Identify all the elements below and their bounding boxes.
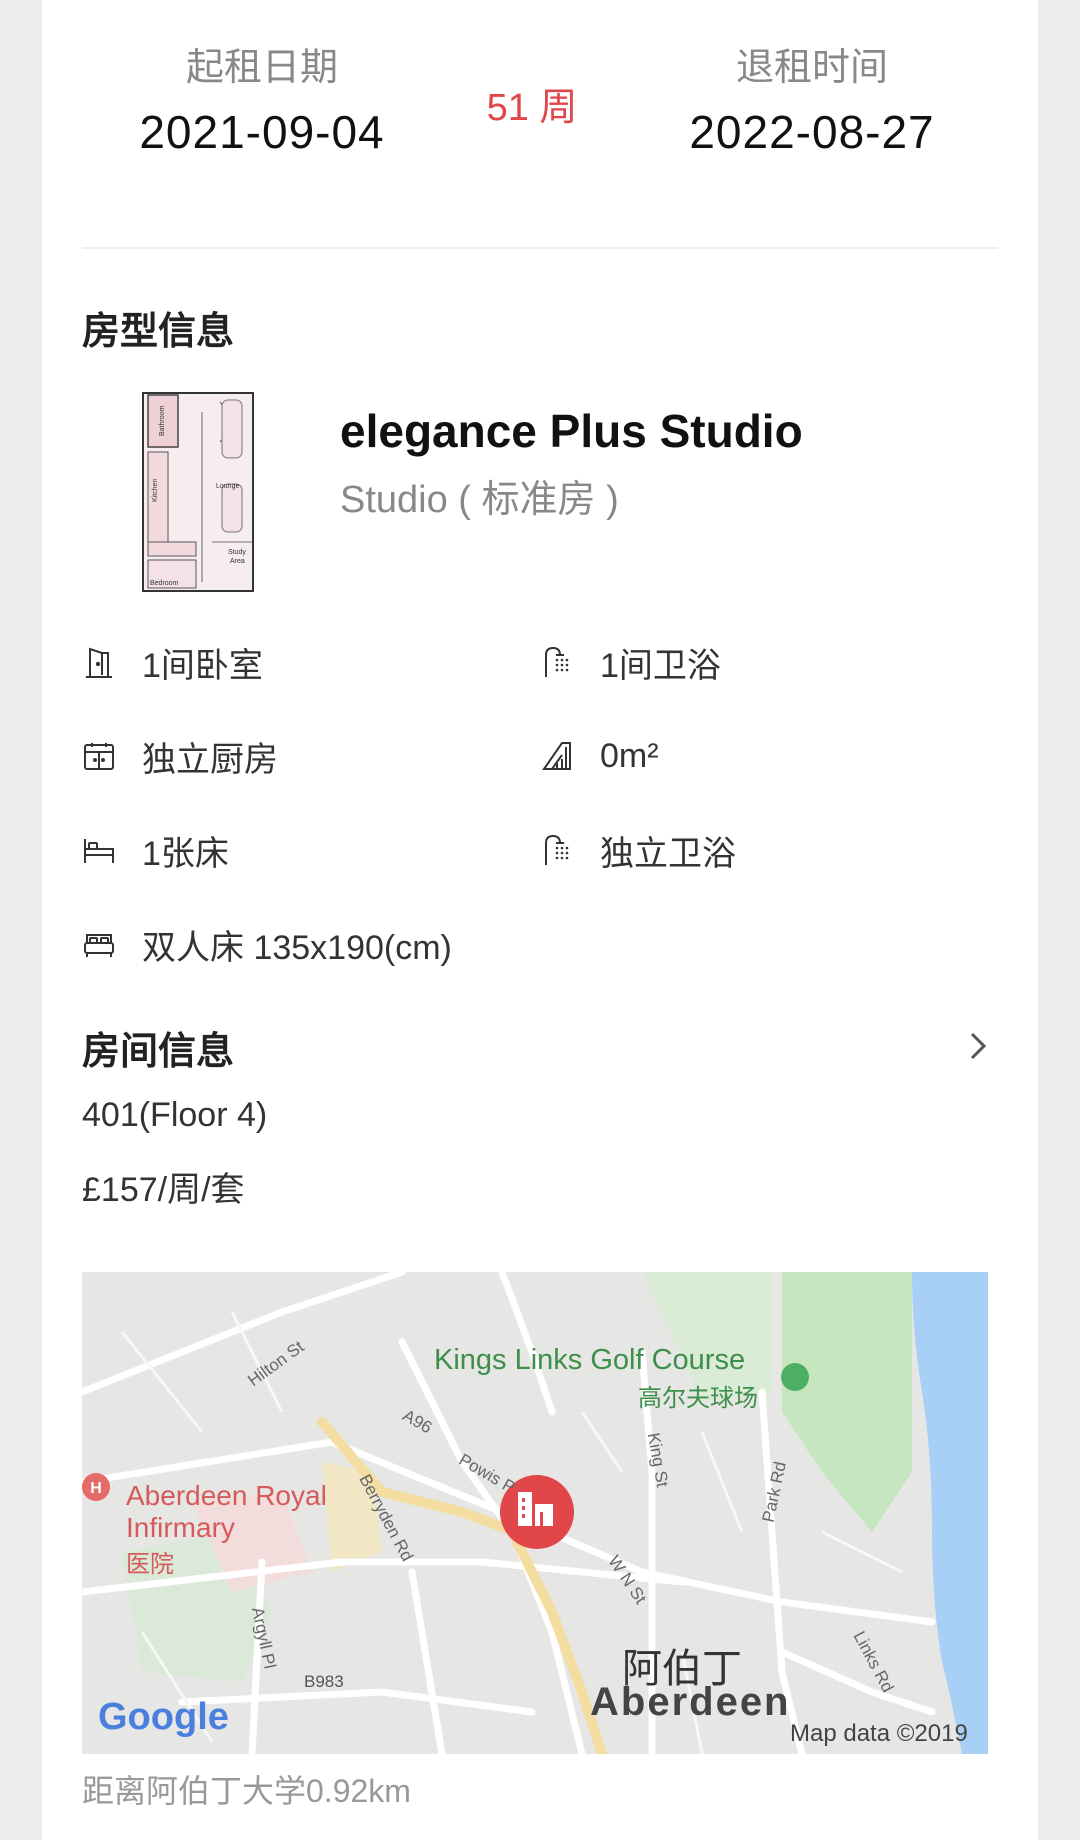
room-type-name: elegance Plus Studio	[340, 405, 803, 457]
floorplan-label-lounge: Lounge	[216, 483, 239, 490]
svg-text:H: H	[90, 1480, 102, 1497]
lease-dates: 起租日期 2021-09-04 51 周 退租时间 2022-08-27	[42, 0, 1038, 248]
room-info-title[interactable]: 房间信息	[82, 1020, 234, 1075]
map-data-attribution: Map data ©2019	[790, 1720, 968, 1747]
feature-beds: 1张床	[82, 828, 229, 873]
room-price: £157/周/套	[82, 1171, 245, 1209]
floorplan-label-bedroom: Bedroom	[150, 580, 179, 587]
end-date-block: 退租时间 2022-08-27	[632, 40, 992, 164]
floorplan-label-kitchen: Kitchen	[152, 479, 159, 502]
area-icon	[542, 742, 571, 770]
feature-text: 双人床 135x190(cm)	[142, 928, 452, 967]
feature-text: 1间卫浴	[600, 646, 721, 685]
location-map[interactable]: H Hilton St Kings Links Golf Course 高尔夫球…	[82, 1272, 988, 1754]
start-date-value: 2021-09-04	[139, 106, 385, 158]
lease-duration: 51 周	[486, 87, 578, 129]
start-date-block: 起租日期 2021-09-04	[82, 40, 442, 164]
double-bed-icon	[84, 934, 114, 957]
feature-text: 独立卫浴	[600, 834, 736, 873]
map-label-infirmary-cn: 医院	[126, 1551, 174, 1578]
room-type-subtitle: Studio ( 标准房 )	[340, 479, 619, 521]
feature-bedrooms: 1间卧室	[82, 640, 263, 685]
floorplan-label-area: Area	[230, 558, 245, 565]
card: 起租日期 2021-09-04 51 周 退租时间 2022-08-27 房型信…	[42, 0, 1038, 1840]
kitchen-icon	[84, 743, 114, 770]
google-logo: Google	[98, 1696, 229, 1738]
end-date-value: 2022-08-27	[689, 106, 935, 158]
room-type-title: 房型信息	[82, 311, 235, 353]
shower-icon	[545, 834, 569, 865]
map-label-golf-cn: 高尔夫球场	[638, 1385, 758, 1412]
feature-area: 0m²	[540, 734, 659, 778]
door-icon	[86, 647, 112, 678]
bed-icon	[84, 839, 114, 863]
feature-text: 0m²	[600, 736, 659, 775]
feature-bed-size: 双人床 135x190(cm)	[82, 922, 452, 967]
feature-kitchen: 独立厨房	[82, 734, 278, 779]
map-label-b983: B983	[304, 1672, 344, 1691]
chevron-right-icon[interactable]	[964, 1026, 992, 1066]
end-date-label: 退租时间	[735, 47, 888, 89]
room-number: 401(Floor 4)	[82, 1096, 268, 1134]
map-label-infirmary-1: Aberdeen Royal	[126, 1480, 327, 1511]
map-label-city-en: Aberdeen	[590, 1680, 791, 1724]
feature-bathrooms: 1间卫浴	[540, 640, 721, 685]
distance-to-university: 距离阿伯丁大学0.92km	[82, 1773, 411, 1809]
divider	[82, 247, 998, 249]
floorplan-label-study: Study	[228, 549, 246, 556]
feature-private-bath: 独立卫浴	[540, 828, 736, 873]
floorplan-image[interactable]: Bathroom Kitchen Lounge Study Area Bedro…	[142, 392, 254, 592]
feature-text: 1张床	[142, 834, 229, 873]
map-label-infirmary-2: Infirmary	[126, 1512, 235, 1543]
floorplan-label-bathroom: Bathroom	[159, 405, 166, 436]
feature-text: 独立厨房	[142, 740, 278, 779]
shower-icon	[545, 646, 569, 677]
map-label-golf-en: Kings Links Golf Course	[434, 1344, 746, 1376]
feature-text: 1间卧室	[142, 646, 263, 685]
start-date-label: 起租日期	[185, 47, 338, 89]
